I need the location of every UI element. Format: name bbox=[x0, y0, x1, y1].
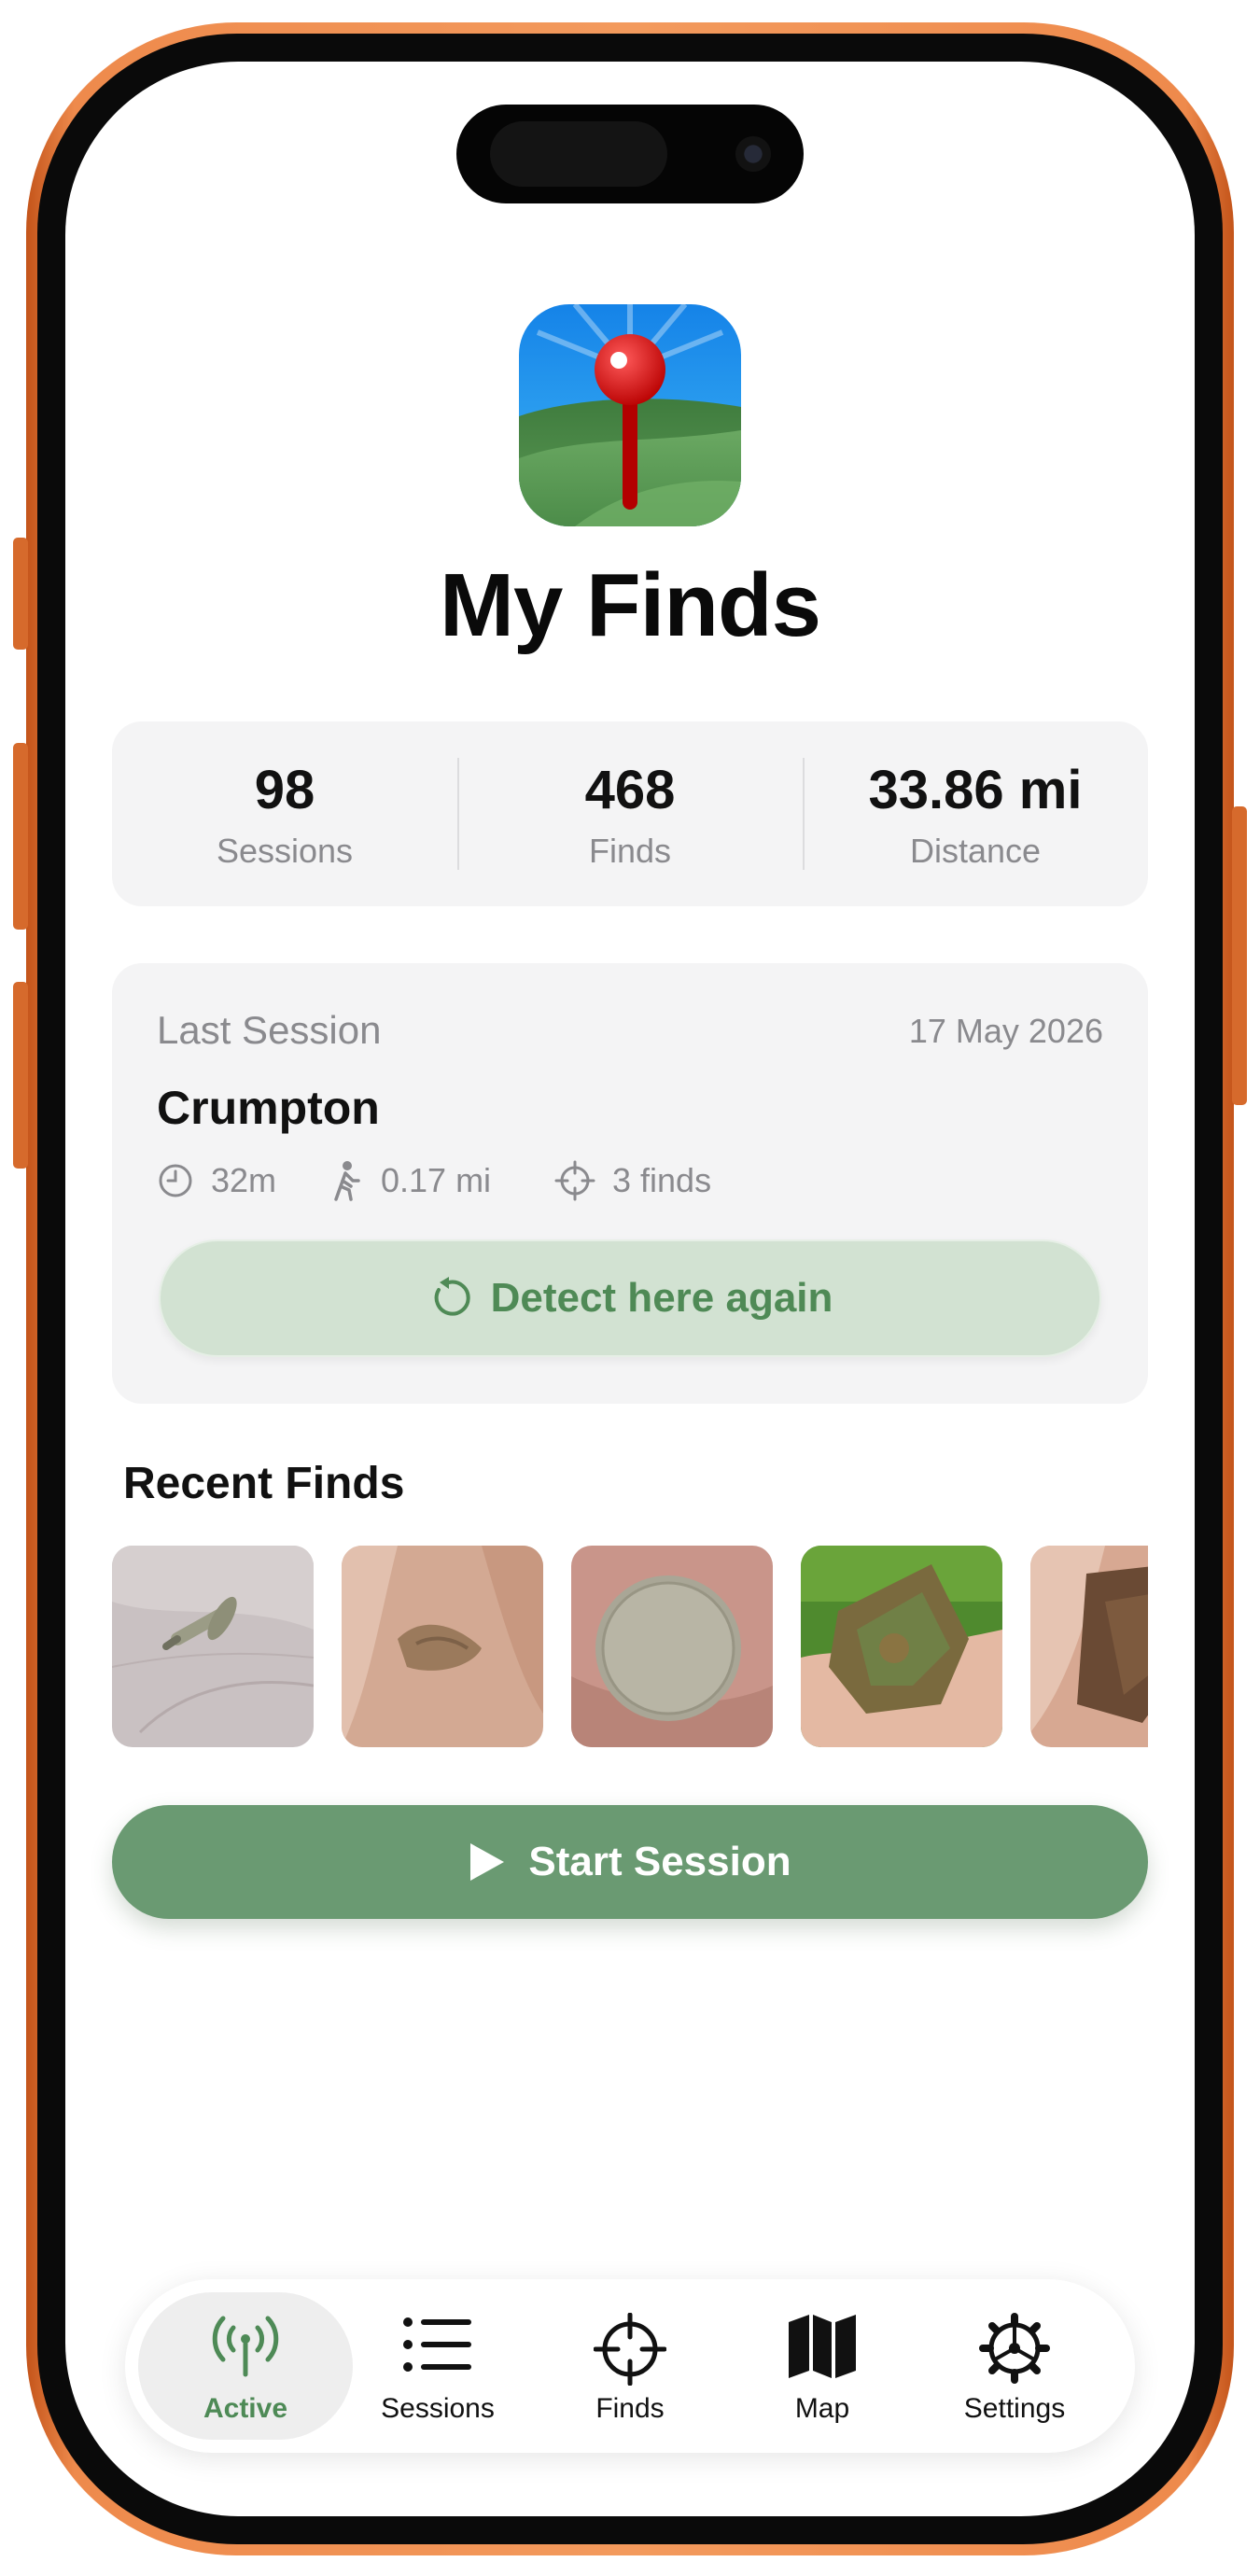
antenna-icon bbox=[212, 2316, 279, 2377]
restart-icon bbox=[434, 1277, 470, 1316]
stat-finds: 468 Finds bbox=[457, 721, 803, 906]
gear-icon bbox=[979, 2313, 1050, 2384]
fragment-find-photo bbox=[342, 1546, 543, 1747]
recent-finds-title: Recent Finds bbox=[123, 1459, 405, 1508]
tab-label: Finds bbox=[595, 2393, 665, 2424]
dynamic-island-sensor bbox=[490, 121, 667, 187]
power-button bbox=[1232, 806, 1247, 1105]
volume-down-button bbox=[13, 982, 28, 1169]
find-thumbnail[interactable] bbox=[571, 1546, 773, 1747]
coin-find-photo bbox=[571, 1546, 773, 1747]
last-session-date: 17 May 2026 bbox=[908, 1012, 1103, 1050]
tab-settings[interactable]: Settings bbox=[918, 2279, 1111, 2453]
find-thumbnail[interactable] bbox=[112, 1546, 314, 1747]
session-duration: 32m bbox=[157, 1159, 276, 1202]
stat-value: 468 bbox=[584, 760, 676, 820]
session-distance: 0.17 mi bbox=[327, 1159, 491, 1202]
last-session-place: Crumpton bbox=[157, 1082, 380, 1134]
last-session-card[interactable]: Last Session 17 May 2026 Crumpton 32m 0.… bbox=[112, 963, 1148, 1404]
volume-up-button bbox=[13, 743, 28, 930]
stat-label: Finds bbox=[588, 832, 672, 870]
stats-card: 98 Sessions 468 Finds 33.86 mi Distance bbox=[112, 721, 1148, 906]
app-icon bbox=[519, 304, 741, 526]
list-icon bbox=[403, 2317, 471, 2372]
stat-value: 98 bbox=[254, 760, 315, 820]
tab-sessions[interactable]: Sessions bbox=[342, 2279, 534, 2453]
last-session-label: Last Session bbox=[157, 1008, 382, 1052]
crosshair-icon bbox=[554, 1160, 595, 1201]
tab-active[interactable]: Active bbox=[149, 2279, 342, 2453]
duration-text: 32m bbox=[211, 1161, 277, 1199]
clock-icon bbox=[159, 1164, 192, 1197]
tab-label: Settings bbox=[963, 2393, 1066, 2424]
find-thumbnail[interactable] bbox=[801, 1546, 1002, 1747]
map-icon bbox=[789, 2315, 856, 2378]
tab-label: Sessions bbox=[381, 2393, 495, 2424]
detect-here-again-label: Detect here again bbox=[490, 1275, 833, 1321]
map-pin-hills-icon bbox=[519, 304, 741, 526]
stat-sessions: 98 Sessions bbox=[112, 721, 457, 906]
stat-label: Distance bbox=[909, 832, 1042, 870]
detect-here-again-button[interactable]: Detect here again bbox=[159, 1239, 1101, 1357]
walking-icon bbox=[334, 1161, 360, 1201]
crosshair-icon bbox=[594, 2313, 666, 2386]
find-thumbnail[interactable] bbox=[1030, 1546, 1148, 1747]
stat-value: 33.86 mi bbox=[868, 760, 1083, 820]
find-thumbnail[interactable] bbox=[342, 1546, 543, 1747]
tab-finds[interactable]: Finds bbox=[534, 2279, 726, 2453]
rusty-fragment-find-photo bbox=[1030, 1546, 1148, 1747]
nail-find-photo bbox=[112, 1546, 314, 1747]
recent-finds-carousel[interactable] bbox=[112, 1546, 1148, 1747]
distance-text: 0.17 mi bbox=[381, 1161, 492, 1199]
finds-text: 3 finds bbox=[612, 1161, 712, 1199]
tab-map[interactable]: Map bbox=[726, 2279, 918, 2453]
tab-bar: Active Sessions Finds Map Settings bbox=[125, 2279, 1135, 2453]
start-session-button[interactable]: Start Session bbox=[112, 1805, 1148, 1919]
corroded-metal-find-photo bbox=[801, 1546, 1002, 1747]
start-session-label: Start Session bbox=[528, 1839, 791, 1884]
tab-label: Map bbox=[794, 2393, 850, 2424]
stat-label: Sessions bbox=[216, 832, 354, 870]
play-icon bbox=[470, 1843, 505, 1881]
session-finds: 3 finds bbox=[554, 1159, 711, 1202]
front-camera bbox=[733, 133, 774, 175]
tab-label: Active bbox=[203, 2393, 288, 2424]
stat-distance: 33.86 mi Distance bbox=[803, 721, 1148, 906]
page-title: My Finds bbox=[439, 555, 821, 655]
